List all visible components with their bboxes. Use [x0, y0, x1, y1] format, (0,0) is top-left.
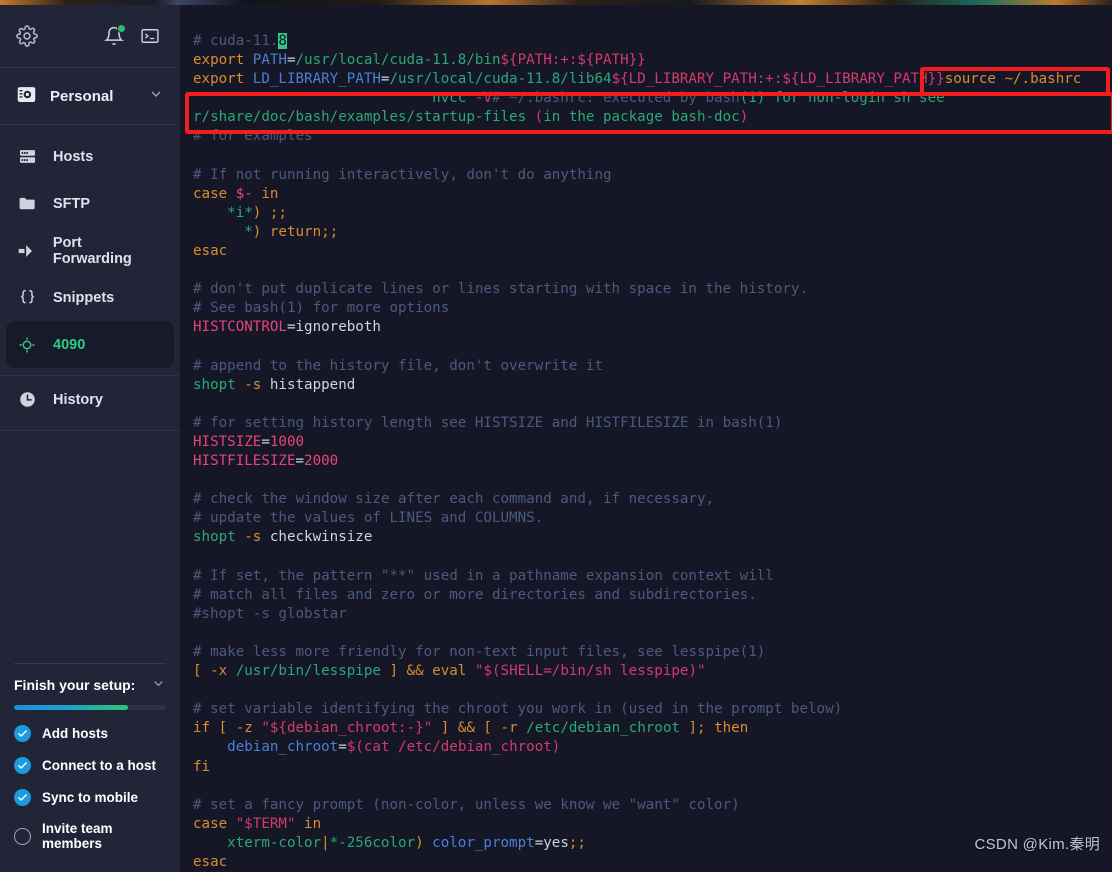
terminal-line: # If not running interactively, don't do…: [193, 166, 612, 183]
sidebar-item-hosts[interactable]: Hosts: [0, 133, 180, 180]
terminal-line: nvcc -V# ~/.bashrc: executed by bash(1) …: [193, 90, 945, 107]
sidebar-item-label: Snippets: [53, 289, 115, 306]
sidebar-header: [0, 5, 180, 67]
vault-selector[interactable]: Personal: [0, 68, 180, 124]
terminal-line: fi: [193, 758, 211, 775]
check-icon: [14, 725, 31, 742]
vault-icon: [16, 84, 37, 109]
terminal-line: esac: [193, 854, 228, 871]
background-window-sliver: [0, 0, 1112, 5]
folder-icon: [16, 194, 38, 213]
terminal-line: esac: [193, 243, 228, 260]
sidebar-header-actions: [104, 24, 160, 46]
setup-progress-fill: [14, 705, 128, 710]
setup-task-sync-to-mobile[interactable]: Sync to mobile: [14, 789, 166, 806]
sidebar-item-port-forwarding[interactable]: Port Forwarding: [0, 227, 180, 274]
terminal-line: HISTCONTROL=ignoreboth: [193, 319, 381, 336]
setup-checklist: Finish your setup: Add hosts Connect to …: [0, 663, 180, 872]
check-icon: [14, 789, 31, 806]
sidebar: Personal Hosts SFTP Port Forwarding Snip…: [0, 5, 180, 872]
new-terminal-icon[interactable]: [140, 26, 160, 46]
notifications-bell-icon[interactable]: [104, 24, 126, 46]
sidebar-item-sftp[interactable]: SFTP: [0, 180, 180, 227]
sidebar-item-snippets[interactable]: Snippets: [0, 274, 180, 321]
terminal-line: shopt -s checkwinsize: [193, 529, 373, 546]
terminal-line: # check the window size after each comma…: [193, 491, 715, 508]
setup-task-label: Connect to a host: [42, 758, 156, 773]
sidebar-item-4090[interactable]: 4090: [6, 321, 174, 368]
sidebar-item-label: History: [53, 391, 103, 408]
clock-icon: [16, 390, 38, 409]
terminal-line: debian_chroot=$(cat /etc/debian_chroot): [193, 739, 561, 756]
chevron-down-icon[interactable]: [151, 676, 166, 694]
terminal-line: # for setting history length see HISTSIZ…: [193, 414, 783, 431]
terminal-output[interactable]: # cuda-11.8 export PATH=/usr/local/cuda-1…: [180, 5, 1112, 872]
empty-circle-icon: [14, 827, 31, 845]
watermark: CSDN @Kim.秦明: [974, 836, 1100, 853]
terminal-line: if [ -z "${debian_chroot:-}" ] && [ -r /…: [193, 720, 749, 737]
terminal-line: # append to the history file, don't over…: [193, 357, 603, 374]
terminal-line: # set variable identifying the chroot yo…: [193, 701, 843, 718]
setup-header[interactable]: Finish your setup:: [14, 676, 166, 694]
terminal-line: r/share/doc/bash/examples/startup-files …: [193, 109, 749, 126]
check-icon: [14, 757, 31, 774]
terminal-line: export PATH=/usr/local/cuda-11.8/bin${PA…: [193, 52, 646, 69]
setup-task-invite-team-members[interactable]: Invite team members: [14, 821, 166, 851]
terminal-line: *i*) ;;: [193, 204, 287, 221]
terminal-line: export LD_LIBRARY_PATH=/usr/local/cuda-1…: [193, 71, 1082, 88]
terminal-line: # If set, the pattern "**" used in a pat…: [193, 567, 774, 584]
sidebar-item-label: 4090: [53, 336, 86, 353]
app-window: Personal Hosts SFTP Port Forwarding Snip…: [0, 0, 1112, 872]
setup-task-label: Invite team members: [42, 821, 113, 851]
server-icon: [16, 147, 38, 166]
terminal-line: # for examples: [193, 128, 313, 145]
setup-progress-bar: [14, 705, 166, 710]
terminal-line: *) return;;: [193, 223, 339, 240]
terminal-line: # cuda-11.8: [193, 33, 287, 49]
terminal-line: [ -x /usr/bin/lesspipe ] && eval "$(SHEL…: [193, 663, 706, 680]
terminal-line: case "$TERM" in: [193, 815, 322, 832]
terminal-line: # don't put duplicate lines or lines sta…: [193, 281, 808, 298]
terminal-line: # match all files and zero or more direc…: [193, 586, 757, 603]
chevron-down-icon[interactable]: [148, 86, 164, 106]
terminal-line: shopt -s histappend: [193, 376, 356, 393]
sidebar-item-label: Port Forwarding: [52, 234, 132, 267]
terminal-line: HISTFILESIZE=2000: [193, 453, 339, 470]
terminal-line: # make less more friendly for non-text i…: [193, 644, 766, 660]
terminal-line: # See bash(1) for more options: [193, 300, 450, 317]
terminal-line: # update the values of LINES and COLUMNS…: [193, 510, 544, 527]
terminal-line: HISTSIZE=1000: [193, 433, 305, 450]
braces-icon: [16, 288, 38, 307]
port-forward-icon: [16, 241, 38, 261]
sidebar-nav: Hosts SFTP Port Forwarding Snippets 4090…: [0, 125, 180, 431]
settings-gear-icon[interactable]: [16, 25, 38, 47]
setup-task-connect-to-host[interactable]: Connect to a host: [14, 757, 166, 774]
sidebar-item-label: SFTP: [53, 195, 91, 212]
session-icon: [16, 336, 38, 354]
setup-task-label: Sync to mobile: [42, 790, 139, 805]
setup-task-label: Add hosts: [42, 726, 108, 741]
terminal-line: #shopt -s globstar: [193, 605, 347, 622]
setup-divider: [14, 663, 166, 664]
setup-title: Finish your setup:: [14, 677, 136, 693]
sidebar-item-label: Hosts: [53, 148, 94, 165]
terminal-line: # set a fancy prompt (non-color, unless …: [193, 796, 740, 813]
setup-task-add-hosts[interactable]: Add hosts: [14, 725, 166, 742]
notification-badge-dot: [117, 24, 126, 33]
terminal-line: case $- in: [193, 185, 279, 202]
vault-label: Personal: [50, 87, 114, 105]
sidebar-item-history[interactable]: History: [0, 376, 180, 423]
